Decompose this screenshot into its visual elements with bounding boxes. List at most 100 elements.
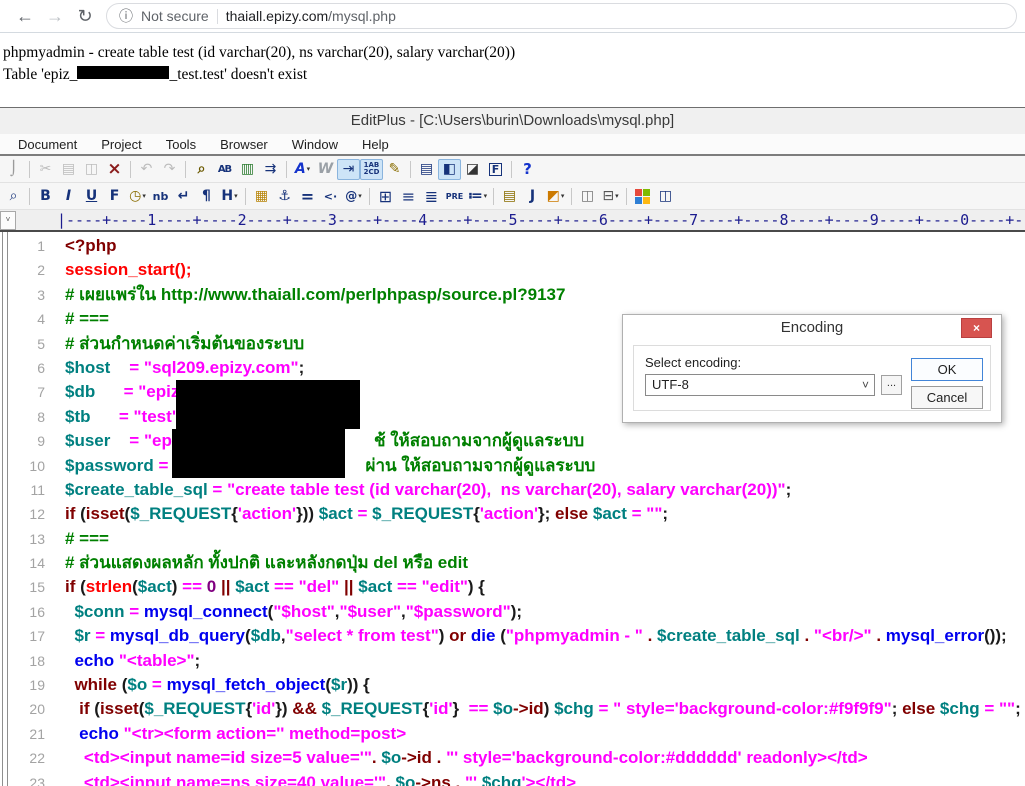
list-icon[interactable]: ≔ ▾ [466,186,489,207]
table-icon[interactable]: ⊞ [374,186,397,207]
code-line: 1 <?php [0,234,1025,258]
redo-icon[interactable]: ↷ [158,159,181,180]
javascript-icon[interactable]: J [521,186,544,207]
toolbar-separator [571,187,572,205]
code-line: 20 if (isset($_REQUEST{'id'}) && $_REQUE… [0,697,1025,721]
doc-partial-icon[interactable]: ⌡ [2,159,25,180]
syntax-palette-icon[interactable]: ✎ [383,159,406,180]
cut-icon[interactable]: ✂ [34,159,57,180]
anchor-icon[interactable]: ⚓ [273,186,296,207]
align-right-icon[interactable]: ≣ [420,186,443,207]
copy-icon[interactable]: ▤ [57,159,80,180]
tag-icon[interactable]: <· [319,186,342,207]
underline-icon[interactable]: U [80,186,103,207]
toolbar-standard: ⌡ ✂ ▤ ◫ × ↶ ↷ ⌕ AB ▥ ⇉ A ▾ W ⇥ 1AB 2CD ✎ ▤ ◧ ◪ F? [0,156,1025,183]
back-icon[interactable]: ← [10,6,40,27]
window-title: EditPlus - [C:\Users\burin\Downloads\mys… [0,108,1025,134]
window-border-line [7,232,8,786]
toolbar-separator [29,160,30,178]
menu-item-window[interactable]: Window [280,137,350,152]
refresh-icon[interactable]: ↻ [70,6,100,27]
close-icon[interactable]: × [961,318,992,338]
code-line: 13 # === [0,527,1025,551]
undo-icon[interactable]: ↶ [135,159,158,180]
output-window-icon[interactable]: ◧ [438,158,461,180]
code-line: 15 if (strlen($act) == 0 || $act == "del"… [0,575,1025,599]
hr-icon[interactable]: = [296,186,319,207]
font-tag-icon[interactable]: F [103,186,126,207]
context-help-icon[interactable]: ? [516,159,539,180]
browser-pane-icon[interactable]: ◪ [461,159,484,180]
align-center-icon[interactable]: ≡ [397,186,420,207]
menu-item-help[interactable]: Help [350,137,401,152]
cancel-button[interactable]: Cancel [911,386,983,409]
document-list-icon[interactable]: ▤ [415,159,438,180]
encoding-select[interactable]: UTF-8 ˅ [645,374,875,396]
split-window-icon[interactable]: ◫ [654,186,677,207]
word-wrap-icon[interactable]: W [314,159,337,180]
objects-icon[interactable]: ◩ ▾ [544,186,567,207]
windows-logo-icon[interactable] [631,186,654,207]
toolbar-separator [410,160,411,178]
paragraph-icon[interactable]: ¶ [195,186,218,207]
toolbar-separator [245,187,246,205]
line-numbers-icon[interactable]: 1AB 2CD [360,158,383,180]
image-icon[interactable]: ▦ [250,186,273,207]
info-icon[interactable]: ⓘ [119,6,133,26]
menu-item-tools[interactable]: Tools [154,137,208,152]
menu-bar: Document Project Tools Browser Window Help [0,134,1025,156]
browser-preview-icon[interactable]: ⌕ [2,186,25,207]
line-break-icon[interactable]: ↵ [172,186,195,207]
ruler-scale: |----+----1----+----2----+----3----+----… [57,211,1025,229]
browser-chrome: ← → ↻ ⓘ Not secure thaiall.epizy.com/mys… [0,0,1025,33]
code-line: 9 $user = "epiz ช้ ให้สอบถามจากผู้ดูแลระบ… [0,429,1025,453]
ruler-marker-box[interactable]: ˅ [0,211,16,230]
code-line: 11 $create_table_sql = "create table test… [0,478,1025,502]
page-line-2: Table 'epiz_ _test.test' doesn't exist [3,66,308,83]
indent-guide-icon[interactable]: ⇥ [337,158,360,180]
code-line: 17 $r = mysql_db_query($db,"select * fro… [0,624,1025,648]
url-host: thaiall.epizy.com [225,8,329,24]
toolbar-separator [511,160,512,178]
function-list-icon[interactable]: F [484,159,507,180]
url-separator [216,8,218,24]
forward-icon[interactable]: → [40,6,70,27]
paste-icon[interactable]: ◫ [80,159,103,180]
encoding-dialog: Encoding × Select encoding: UTF-8 ˅ ... … [622,314,1002,423]
font-color-icon[interactable]: A ▾ [291,159,314,180]
window-list-icon[interactable]: ⊟ ▾ [599,186,622,207]
replace-ab-icon[interactable]: AB [213,159,236,180]
window-border-line [2,232,3,786]
heading-icon[interactable]: H ▾ [218,186,241,207]
pre-icon[interactable]: PRE [443,186,466,207]
script-icon[interactable]: ▤ [498,186,521,207]
nbsp-icon[interactable]: nb [149,186,172,207]
toolbar-separator [626,187,627,205]
menu-item-browser[interactable]: Browser [208,137,280,152]
delete-icon[interactable]: × [103,159,126,180]
select-encoding-label: Select encoding: [645,355,742,370]
ok-button[interactable]: OK [911,358,983,381]
time-icon[interactable]: ◷ ▾ [126,186,149,207]
page-line-1: phpmyadmin - create table test (id varch… [3,44,516,61]
ruler: ˅ |----+----1----+----2----+----3----+--… [0,210,1025,232]
browse-button[interactable]: ... [881,375,902,395]
menu-item-document[interactable]: Document [6,137,89,152]
toolbar-separator [29,187,30,205]
code-line: 16 $conn = mysql_connect("$host","$user"… [0,600,1025,624]
italic-icon[interactable]: I [57,186,80,207]
folder-copy-icon[interactable]: ◫ [576,186,599,207]
menu-item-project[interactable]: Project [89,137,153,152]
redaction-box [77,66,170,79]
copy-lines-icon[interactable]: ▥ [236,159,259,180]
dialog-title: Encoding [780,319,844,336]
goto-line-icon[interactable]: ⇉ [259,159,282,180]
redaction-box [176,380,360,429]
bold-icon[interactable]: B [34,186,57,207]
url-bar[interactable]: ⓘ Not secure thaiall.epizy.com/mysql.php [106,3,1017,29]
toolbar-separator [493,187,494,205]
find-flashlight-icon[interactable]: ⌕ [190,159,213,180]
mailto-icon[interactable]: @ ▾ [342,186,365,207]
toolbar-separator [286,160,287,178]
toolbar-separator [369,187,370,205]
